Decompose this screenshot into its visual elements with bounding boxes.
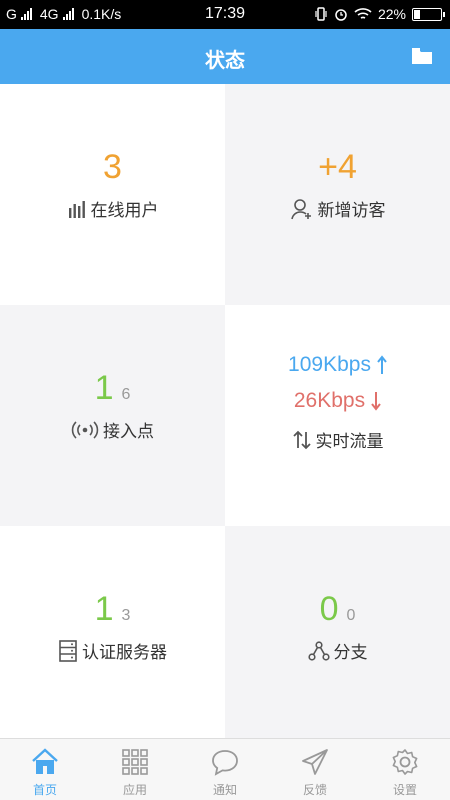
branches-value: 00 <box>225 590 450 629</box>
new-visitors-count: +4 <box>318 148 357 186</box>
gear-icon <box>392 749 418 775</box>
status-bar: G 4G 0.1K/s 17:39 22% <box>0 0 450 29</box>
folder-icon[interactable] <box>410 46 434 65</box>
tab-feedback[interactable]: 反馈 <box>270 739 360 800</box>
bottom-tabbar: 首页 应用 通知 反馈 设置 <box>0 738 450 800</box>
tab-apps[interactable]: 应用 <box>90 739 180 800</box>
auth-servers-count: 1 <box>94 590 114 628</box>
grid-icon <box>122 749 148 775</box>
arrow-up-icon <box>377 355 387 374</box>
tab-home[interactable]: 首页 <box>0 739 90 800</box>
chat-bubble-icon <box>212 750 238 776</box>
wireless-icon <box>71 420 99 439</box>
wifi-icon <box>354 8 372 19</box>
new-visitors-label: 新增访客 <box>317 201 386 220</box>
auth-servers-label: 认证服务器 <box>82 643 167 662</box>
branches-count: 0 <box>319 590 339 628</box>
battery-icon <box>412 7 445 21</box>
auth-servers-value: 13 <box>0 590 225 629</box>
upload-speed: 109Kbps <box>288 353 371 376</box>
tile-new-visitors[interactable]: +4 新增访客 <box>225 84 450 305</box>
access-points-count: 1 <box>94 369 114 407</box>
tab-notify-label: 通知 <box>212 783 237 797</box>
upload-speed-row: 109Kbps <box>225 353 450 377</box>
tile-access-points[interactable]: 16 接入点 <box>0 305 225 526</box>
realtime-traffic-label: 实时流量 <box>315 432 384 451</box>
app-header: 状态 <box>0 29 450 84</box>
home-icon <box>32 748 58 774</box>
tab-settings-label: 设置 <box>392 783 417 797</box>
status-grid: 3 在线用户 +4 新增访客 16 接入点 109Kbps 26Kbps 实时流… <box>0 84 450 747</box>
vibrate-icon <box>315 7 327 21</box>
branches-total: 0 <box>346 607 356 624</box>
access-points-value: 16 <box>0 369 225 408</box>
download-speed-row: 26Kbps <box>225 389 450 413</box>
battery-percent: 22% <box>377 6 406 22</box>
tile-auth-servers[interactable]: 13 认证服务器 <box>0 526 225 747</box>
online-users-count: 3 <box>103 148 122 186</box>
alarm-icon <box>335 9 347 21</box>
tab-settings[interactable]: 设置 <box>360 739 450 800</box>
tile-branches[interactable]: 00 分支 <box>225 526 450 747</box>
download-speed: 26Kbps <box>293 389 366 412</box>
online-users-label: 在线用户 <box>90 201 159 220</box>
tab-apps-label: 应用 <box>122 783 147 797</box>
tile-realtime-traffic[interactable]: 109Kbps 26Kbps 实时流量 <box>225 305 450 526</box>
tab-notify[interactable]: 通知 <box>180 739 270 800</box>
access-points-label: 接入点 <box>103 422 154 441</box>
server-icon <box>59 639 77 662</box>
branches-label: 分支 <box>333 643 368 662</box>
transfer-icon <box>292 430 311 449</box>
add-user-icon <box>290 198 311 219</box>
bar-chart-icon <box>68 200 85 218</box>
page-title: 状态 <box>205 50 245 72</box>
branch-icon <box>307 640 330 661</box>
tile-online-users[interactable]: 3 在线用户 <box>0 84 225 305</box>
access-points-total: 6 <box>121 386 131 403</box>
tab-feedback-label: 反馈 <box>302 783 327 797</box>
paper-plane-icon <box>302 749 328 775</box>
auth-servers-total: 3 <box>121 607 131 624</box>
arrow-down-icon <box>371 392 381 411</box>
tab-home-label: 首页 <box>32 783 57 797</box>
